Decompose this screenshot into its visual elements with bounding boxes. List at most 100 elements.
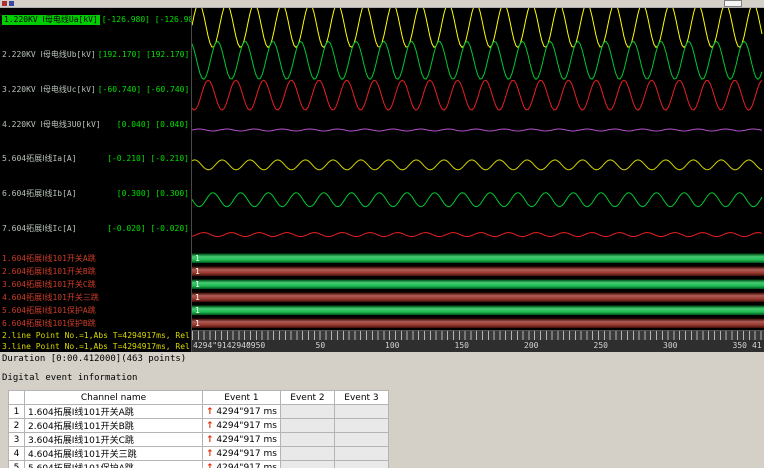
event-row-number: 4 [8, 446, 25, 461]
waveform-trace [192, 40, 763, 80]
time-axis-tick-label: 0 [246, 341, 251, 350]
digital-channel-label[interactable]: 5.604拓展Ⅰ线101保护A跳 [0, 304, 191, 317]
rising-edge-arrow-icon: ↑ [206, 448, 214, 459]
event-row[interactable]: 1 1.604拓展Ⅰ线101开关A跳 ↑ 4294"917 ms [8, 404, 389, 419]
analog-channel-values: [-126.980] [-126.980] [101, 15, 191, 24]
event-row-number: 2 [8, 418, 25, 433]
header-event-2: Event 2 [279, 390, 335, 405]
event-1-cell: ↑ 4294"917 ms [202, 418, 281, 433]
analog-channel-label: 4.220KV Ⅰ母电线3U0[kV] [2, 119, 101, 129]
time-axis-tick-label: 150 [454, 341, 469, 350]
digital-channel-label[interactable]: 6.604拓展Ⅰ线101保护B跳 [0, 317, 191, 330]
digital-bars[interactable]: 1 1 1 1 1 1 [192, 252, 764, 330]
time-axis-ticks [192, 331, 764, 340]
event-row[interactable]: 2 2.604拓展Ⅰ线101开关B跳 ↑ 4294"917 ms [8, 418, 389, 433]
analog-channel-values: [192.170] [192.170] [97, 49, 190, 59]
analog-channel-values: [0.040] [0.040] [116, 119, 189, 129]
analog-channel-row[interactable]: 5.604拓展Ⅰ线Ia[A] [-0.210] [-0.210] [0, 147, 191, 182]
event-row[interactable]: 4 4.604拓展Ⅰ线101开关三跳 ↑ 4294"917 ms [8, 446, 389, 461]
bottom-section: Duration [0:00.412000](463 points) Digit… [0, 352, 764, 468]
waveform-trace [192, 192, 763, 208]
analog-channel-label: 6.604拓展Ⅰ线Ib[A] [2, 189, 77, 199]
rising-edge-arrow-icon: ↑ [206, 420, 214, 431]
digital-bar-row: 1 [192, 252, 764, 265]
event-channel-name: 5.604拓展Ⅰ线101保护A跳 [24, 460, 203, 468]
digital-bar-row: 1 [192, 291, 764, 304]
digital-channel-label[interactable]: 4.604拓展Ⅰ线101开关三跳 [0, 291, 191, 304]
digital-state-value: 1 [195, 319, 200, 328]
event-channel-name: 1.604拓展Ⅰ线101开关A跳 [24, 404, 203, 419]
cursor-status: 2.line Point No.=1,Abs T=4294917ms, Rel … [0, 330, 191, 352]
analog-channel-row[interactable]: 4.220KV Ⅰ母电线3U0[kV] [0.040] [0.040] [0, 113, 191, 148]
digital-state-bar: 1 [192, 318, 764, 328]
event-table: Channel name Event 1 Event 2 Event 3 1 1.… [8, 390, 389, 468]
analog-channel-label: 5.604拓展Ⅰ线Ia[A] [2, 154, 77, 164]
waveform-trace [192, 8, 763, 49]
title-strip [0, 0, 764, 8]
event-1-cell: ↑ 4294"917 ms [202, 432, 281, 447]
time-axis-tick-label: 200 [524, 341, 539, 350]
window-control-button[interactable] [724, 0, 742, 7]
event-row-number: 1 [8, 404, 25, 419]
event-3-cell [333, 446, 389, 461]
waveform-scope: 1.220KV Ⅰ母电线Ua[kV][-126.980] [-126.980]2… [0, 8, 764, 352]
header-channel-name: Channel name [24, 390, 203, 405]
digital-state-value: 1 [195, 280, 200, 289]
analog-channel-row[interactable]: 2.220KV Ⅰ母电线Ub[kV] [192.170] [192.170] [0, 43, 191, 78]
event-2-cell [279, 404, 335, 419]
event-row-number: 5 [8, 460, 25, 468]
analog-channel-row[interactable]: 3.220KV Ⅰ母电线Uc[kV] [-60.740] [-60.740] [0, 78, 191, 113]
duration-label: Duration [0:00.412000](463 points) [2, 354, 187, 364]
header-event-1: Event 1 [202, 390, 281, 405]
event-1-cell: ↑ 4294"917 ms [202, 460, 281, 468]
event-time: 4294"917 ms [213, 434, 277, 445]
digital-bar-row: 1 [192, 317, 764, 330]
digital-state-value: 1 [195, 293, 200, 302]
event-1-cell: ↑ 4294"917 ms [202, 446, 281, 461]
event-row[interactable]: 55.604拓展Ⅰ线101保护A跳↑ 4294"917 ms [8, 460, 389, 468]
digital-state-bar: 1 [192, 253, 764, 263]
cursor-status-line-3: 3.line Point No.=1,Abs T=4294917ms, Rel … [2, 342, 189, 351]
analog-channel-row[interactable]: 6.604拓展Ⅰ线Ib[A] [0.300] [0.300] [0, 182, 191, 217]
event-3-cell [333, 432, 389, 447]
waveform-trace [192, 232, 763, 238]
time-axis-tick-label: 350 [732, 341, 747, 350]
digital-channel-label[interactable]: 1.604拓展Ⅰ线101开关A跳 [0, 252, 191, 265]
waveform-plot-area[interactable]: 1 1 1 1 1 1 4294"914294"950 0 50 100 150 200 250 300… [192, 8, 764, 352]
event-row[interactable]: 3 3.604拓展Ⅰ线101开关C跳 ↑ 4294"917 ms [8, 432, 389, 447]
event-time: 4294"917 ms [213, 420, 277, 431]
time-axis-tick-label: 300 [663, 341, 678, 350]
event-table-body: 1 1.604拓展Ⅰ线101开关A跳 ↑ 4294"917 ms 2 2.604拓展Ⅰ线… [8, 404, 389, 468]
digital-bar-row: 1 [192, 304, 764, 317]
digital-state-value: 1 [195, 254, 200, 263]
analog-channel-row[interactable]: 1.220KV Ⅰ母电线Ua[kV][-126.980] [-126.980] [0, 8, 191, 43]
analog-channel-values: [-60.740] [-60.740] [97, 84, 190, 94]
time-axis-tick-label: 250 [593, 341, 608, 350]
digital-channel-label[interactable]: 2.604拓展Ⅰ线101开关B跳 [0, 265, 191, 278]
time-axis-start-label: 4294"914294"950 [193, 341, 266, 350]
time-axis[interactable]: 4294"914294"950 0 50 100 150 200 250 300 350 41 [192, 330, 764, 352]
event-3-cell [333, 418, 389, 433]
channel-panel: 1.220KV Ⅰ母电线Ua[kV][-126.980] [-126.980]2… [0, 8, 192, 352]
analog-channel-values: [-0.210] [-0.210] [107, 154, 189, 164]
event-time: 4294"917 ms [213, 462, 277, 468]
event-row-number: 3 [8, 432, 25, 447]
fault-recorder-app: { "accent_colors": { "selected_channel_b… [0, 0, 764, 468]
analog-waveforms[interactable] [192, 8, 763, 252]
event-channel-name: 4.604拓展Ⅰ线101开关三跳 [24, 446, 203, 461]
time-axis-tick-label: 41 [752, 341, 762, 350]
event-channel-name: 2.604拓展Ⅰ线101开关B跳 [24, 418, 203, 433]
digital-state-bar: 1 [192, 292, 764, 302]
digital-channel-label[interactable]: 3.604拓展Ⅰ线101开关C跳 [0, 278, 191, 291]
waveform-trace [192, 159, 763, 171]
analog-channel-label: 1.220KV Ⅰ母电线Ua[kV] [2, 15, 100, 25]
analog-channel-label: 7.604拓展Ⅰ线Ic[A] [2, 224, 77, 234]
waveform-trace [192, 79, 763, 111]
event-2-cell [279, 418, 335, 433]
digital-bar-row: 1 [192, 265, 764, 278]
analog-channel-row[interactable]: 7.604拓展Ⅰ线Ic[A] [-0.020] [-0.020] [0, 217, 191, 252]
rising-edge-arrow-icon: ↑ [206, 406, 214, 417]
event-table-header: Channel name Event 1 Event 2 Event 3 [8, 390, 389, 405]
analog-channel-list: 1.220KV Ⅰ母电线Ua[kV][-126.980] [-126.980]2… [0, 8, 191, 252]
digital-state-bar: 1 [192, 266, 764, 276]
